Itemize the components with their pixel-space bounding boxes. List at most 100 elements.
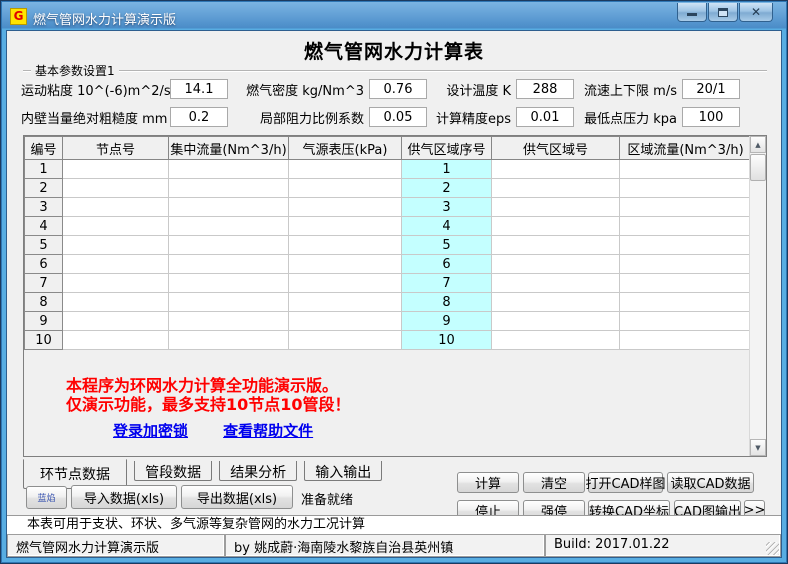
cell-source-pressure[interactable] — [289, 293, 402, 312]
cell-source-pressure[interactable] — [289, 331, 402, 350]
usage-info-text: 本表可用于支状、环状、多气源等复杂管网的水力工况计算 — [7, 515, 781, 535]
cell-flow[interactable] — [169, 293, 289, 312]
tab-pipe-segment-data[interactable]: 管段数据 — [134, 461, 212, 481]
wall-roughness-input[interactable] — [170, 107, 228, 127]
cell-region-no[interactable] — [492, 331, 620, 350]
window-controls: ✕ — [676, 3, 773, 22]
cell-flow[interactable] — [169, 274, 289, 293]
table-row: 7 7 — [25, 274, 752, 293]
cell-flow[interactable] — [169, 179, 289, 198]
cell-region-seq[interactable]: 1 — [402, 160, 492, 179]
cell-region-seq[interactable]: 5 — [402, 236, 492, 255]
cell-node[interactable] — [63, 255, 169, 274]
close-button[interactable]: ✕ — [739, 3, 773, 22]
cell-region-flow[interactable] — [620, 312, 752, 331]
cell-node[interactable] — [63, 236, 169, 255]
maximize-button[interactable] — [708, 3, 738, 22]
precision-eps-label: 计算精度eps — [433, 108, 511, 127]
gas-density-input[interactable] — [369, 79, 427, 99]
view-help-link[interactable]: 查看帮助文件 — [223, 420, 313, 441]
clear-button[interactable]: 清空 — [523, 472, 585, 493]
cell-flow[interactable] — [169, 198, 289, 217]
open-cad-sample-button[interactable]: 打开CAD样图 — [588, 472, 663, 493]
scroll-down-button[interactable]: ▼ — [750, 439, 766, 456]
resize-grip-icon[interactable] — [766, 542, 779, 555]
cell-region-flow[interactable] — [620, 160, 752, 179]
cell-node[interactable] — [63, 198, 169, 217]
row-number: 5 — [25, 236, 63, 255]
cell-node[interactable] — [63, 293, 169, 312]
cell-region-no[interactable] — [492, 160, 620, 179]
cell-region-seq[interactable]: 7 — [402, 274, 492, 293]
cell-node[interactable] — [63, 274, 169, 293]
cell-source-pressure[interactable] — [289, 179, 402, 198]
params-groupbox-border — [23, 70, 767, 71]
cell-region-flow[interactable] — [620, 331, 752, 350]
cell-region-no[interactable] — [492, 274, 620, 293]
cell-region-seq[interactable]: 2 — [402, 179, 492, 198]
cell-region-seq[interactable]: 10 — [402, 331, 492, 350]
cell-region-no[interactable] — [492, 179, 620, 198]
tab-result-analysis[interactable]: 结果分析 — [219, 461, 297, 481]
cell-region-seq[interactable]: 4 — [402, 217, 492, 236]
cell-source-pressure[interactable] — [289, 236, 402, 255]
login-dongle-link[interactable]: 登录加密锁 — [113, 420, 188, 441]
cell-source-pressure[interactable] — [289, 312, 402, 331]
cell-region-seq[interactable]: 3 — [402, 198, 492, 217]
cell-region-seq[interactable]: 6 — [402, 255, 492, 274]
cell-node[interactable] — [63, 312, 169, 331]
cell-node[interactable] — [63, 160, 169, 179]
scroll-up-button[interactable]: ▲ — [750, 136, 766, 153]
cell-region-flow[interactable] — [620, 198, 752, 217]
cell-region-flow[interactable] — [620, 236, 752, 255]
cell-source-pressure[interactable] — [289, 217, 402, 236]
cell-node[interactable] — [63, 179, 169, 198]
cell-region-seq[interactable]: 9 — [402, 312, 492, 331]
cell-flow[interactable] — [169, 331, 289, 350]
cell-source-pressure[interactable] — [289, 160, 402, 179]
cell-node[interactable] — [63, 331, 169, 350]
cell-region-no[interactable] — [492, 255, 620, 274]
cell-region-flow[interactable] — [620, 179, 752, 198]
cell-flow[interactable] — [169, 217, 289, 236]
design-temperature-input[interactable] — [516, 79, 574, 99]
kinematic-viscosity-input[interactable] — [170, 79, 228, 99]
cell-flow[interactable] — [169, 236, 289, 255]
minimize-button[interactable] — [677, 3, 707, 22]
export-xls-button[interactable]: 导出数据(xls) — [181, 485, 293, 509]
cell-source-pressure[interactable] — [289, 274, 402, 293]
cell-region-no[interactable] — [492, 217, 620, 236]
table-row: 8 8 — [25, 293, 752, 312]
cell-region-flow[interactable] — [620, 274, 752, 293]
cell-flow[interactable] — [169, 312, 289, 331]
velocity-limit-input[interactable] — [682, 79, 740, 99]
cell-region-flow[interactable] — [620, 217, 752, 236]
local-resistance-input[interactable] — [369, 107, 427, 127]
read-cad-data-button[interactable]: 读取CAD数据 — [667, 472, 754, 493]
cell-source-pressure[interactable] — [289, 255, 402, 274]
cell-region-seq[interactable]: 8 — [402, 293, 492, 312]
precision-eps-input[interactable] — [516, 107, 574, 127]
min-pressure-input[interactable] — [682, 107, 740, 127]
vertical-scrollbar[interactable]: ▲ ▼ — [749, 136, 766, 456]
titlebar[interactable]: G 燃气管网水力计算演示版 ✕ — [2, 2, 786, 30]
cell-region-no[interactable] — [492, 236, 620, 255]
cell-region-no[interactable] — [492, 312, 620, 331]
tab-input-output[interactable]: 输入输出 — [304, 461, 382, 481]
cell-region-no[interactable] — [492, 293, 620, 312]
cell-flow[interactable] — [169, 255, 289, 274]
import-xls-button[interactable]: 导入数据(xls) — [71, 485, 177, 509]
cell-flow[interactable] — [169, 160, 289, 179]
app-icon: G — [10, 8, 27, 25]
scrollbar-thumb[interactable] — [750, 154, 766, 181]
brand-button[interactable]: 蓝焰 — [26, 486, 67, 509]
cell-region-no[interactable] — [492, 198, 620, 217]
table-row: 10 10 — [25, 331, 752, 350]
cell-region-flow[interactable] — [620, 255, 752, 274]
calculate-button[interactable]: 计算 — [457, 472, 519, 493]
cell-source-pressure[interactable] — [289, 198, 402, 217]
close-icon: ✕ — [751, 6, 761, 18]
cell-region-flow[interactable] — [620, 293, 752, 312]
cell-node[interactable] — [63, 217, 169, 236]
statusbar-build: Build: 2017.01.22 — [545, 534, 781, 557]
